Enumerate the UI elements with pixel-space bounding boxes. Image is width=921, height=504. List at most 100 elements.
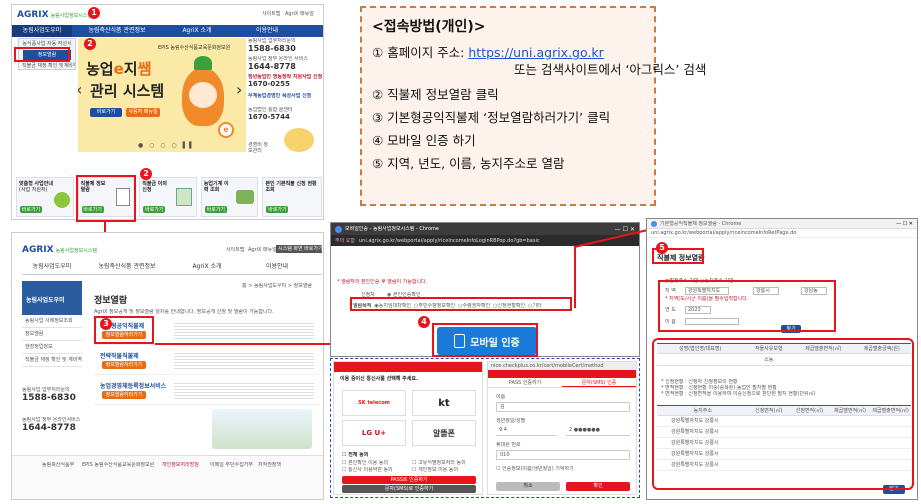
top-link-system[interactable]: 시스템 화면 바로가기 (276, 245, 322, 253)
info-view-go-button[interactable]: 정보열람하러가기 (102, 391, 146, 399)
hero-next-icon[interactable]: › (236, 80, 242, 99)
mascot-leaf-icon (194, 56, 212, 70)
pass-header: PASS (488, 370, 636, 387)
gender-input[interactable]: 2 ●●●●●● (566, 426, 630, 436)
highlight-info-view-menu (14, 47, 70, 62)
footer-org-2: EPIS 농림수산식품교육문화정보원 (82, 462, 155, 468)
side-mascot-icon (284, 128, 314, 152)
nav-item-about[interactable]: AgriX 소개 (162, 25, 232, 37)
popup-titlebar: 모바일인증 - 농림사업정보시스템 - Chrome — ☐ ✕ (331, 223, 639, 235)
hero-manual-button[interactable]: 사용자 매뉴얼 (126, 108, 160, 117)
sidebar-item-payment[interactable]: 직불금 재정 확인 및 계비역 (22, 354, 82, 367)
phone-input[interactable]: 010 (496, 450, 630, 460)
confirm-button[interactable]: 확인 (566, 482, 630, 491)
carrier-kt[interactable]: kt (412, 390, 476, 416)
tab-pass[interactable]: PASS 인증하기 (488, 378, 562, 387)
tile-objection[interactable]: 직불금 이의신청 바로가기 (139, 177, 197, 217)
tile-machinery[interactable]: 농업기계 이력 조회 바로가기 (200, 177, 259, 217)
contact-list: 농림사업 업무처리문의 1588-6830 농림사업 정부 온라인 서비스 16… (248, 38, 322, 154)
info-view-page-screenshot: AGRIX 농림사업정보시스템 사이트맵 AgriX 매뉴얼 시스템 화면 바로… (11, 232, 324, 500)
auth-tabs: PASS 인증하기 문자(SMS) 인증 (488, 378, 636, 388)
nav-item-about[interactable]: AgriX 소개 (172, 263, 242, 274)
hero-word-farm: 농업 (86, 60, 114, 78)
side-icon-label[interactable]: 경영비 정보관리 (248, 142, 272, 154)
footer-link-copyright[interactable]: 저작권정책 (258, 462, 281, 468)
popup-title: 모바일인증 - 농림사업정보시스템 - Chrome (345, 226, 439, 232)
sidebar-item-field[interactable]: 현장정업정보 (22, 341, 82, 354)
tile-go-button[interactable]: 바로가기 (143, 206, 166, 213)
sms-window-url: nice.checkplus.co.kr/cert/mobileCert/met… (488, 362, 636, 370)
step-badge-2a: 2 (84, 38, 96, 50)
hero-dots[interactable]: ● ○ ○ ○ ▌▌ (138, 142, 196, 149)
homepage-link[interactable]: https://uni.agrix.go.kr (468, 45, 603, 60)
sms-auth-button[interactable]: 문자(SMS)로 인증하기 (342, 485, 476, 493)
contact-phone-2: 1644-8778 (248, 62, 296, 71)
tile-go-button[interactable]: 바로가기 (204, 206, 227, 213)
carrier-skt[interactable]: SK telecom (342, 390, 406, 416)
cancel-button[interactable]: 취소 (496, 482, 560, 491)
phone-label: 휴대폰 번호 (496, 442, 521, 448)
agree-label: 개인정보 이용 동의 (418, 467, 459, 473)
tile-custom-program[interactable]: 맞춤형 사업안내 (사업 지원처) 바로가기 (16, 177, 74, 217)
info-view-go-button[interactable]: 정보열람하러가기 (102, 361, 146, 369)
hero-go-button[interactable]: 바로가기 (90, 108, 122, 117)
nav-item-guide[interactable]: 이용안내 (242, 263, 312, 274)
arrow-auth-to-result (574, 246, 576, 308)
agrix-logo[interactable]: AGRIX 농림사업정보시스템 (17, 9, 92, 21)
nav-item-helper[interactable]: 농림사업도우미 (22, 263, 82, 274)
guide-step-4: ④ 모바일 인증 하기 (372, 133, 476, 148)
guide-step-5: ⑤ 지역, 년도, 이름, 농지주소로 열람 (372, 156, 565, 171)
remember-checkbox[interactable]: ☐ 인증정보(이름/생년월일) 기억하기 (496, 466, 574, 472)
tab-sms[interactable]: 문자(SMS) 인증 (562, 378, 636, 387)
hero-title-line2: 관리 시스템 (90, 82, 165, 100)
info-item-title: 전략작물직불제 (100, 353, 139, 360)
content-title: 정보열람 (94, 296, 128, 306)
top-link-sitemap[interactable]: 사이트맵 (226, 247, 244, 253)
nav-item-helper[interactable]: 농림사업도우미 (12, 25, 72, 37)
logo-sub: 농림사업정보시스템 (50, 12, 92, 19)
top-link-manual[interactable]: AgriX 매뉴얼 (248, 247, 277, 253)
popup-url[interactable]: uni.agrix.go.kr/webportal/apply/ricelnco… (359, 238, 540, 244)
tile-go-button[interactable]: 바로가기 (266, 206, 289, 213)
result-url[interactable]: uni.agrix.go.kr/webportal/apply/ricelnco… (647, 229, 917, 238)
tile-application-status[interactable]: 본인 기본직불 신청 현황 조회 바로가기 (262, 177, 323, 217)
tree-icon (53, 192, 70, 208)
remember-label: 인증정보(이름/생년월일) 기억하기 (502, 466, 574, 472)
agree-item-3[interactable]: ☐ 통신사 이용약관 동의 (342, 467, 393, 473)
agree-all-checkbox[interactable]: ☐ 전체 동의 (342, 452, 368, 458)
sidebar-item-info-view[interactable]: 정보열람 (22, 328, 82, 341)
nav-item-related[interactable]: 농림축산식품 관련정보 (72, 25, 162, 37)
auth-notice: * 열람자의 본인인증 후 열람이 가능합니다. (337, 279, 428, 285)
carrier-lgu[interactable]: LG U+ (342, 420, 406, 446)
guide-title: <접속방법(개인)> (372, 19, 486, 35)
hero-prev-icon[interactable]: ‹ (78, 80, 82, 99)
footer-org-1: 농림축산식품부 (42, 462, 75, 468)
pass-auth-screens: PASS 이용 중이신 통신사를 선택해 주세요. SK telecom kt … (330, 358, 640, 498)
footer-link-email[interactable]: 이메일 무단수집거부 (210, 462, 253, 468)
info-item-desc (174, 321, 314, 339)
agrix-logo[interactable]: AGRIX 농림사업정보시스템 (22, 245, 97, 255)
nav-item-related[interactable]: 농림축산식품 관련정보 (82, 263, 172, 274)
pass-auth-button[interactable]: PASS로 인증하기 (342, 476, 476, 484)
agree-item-2[interactable]: ☐ 고유식별정보처리 동의 (412, 460, 466, 466)
top-link-manual[interactable]: AgriX 매뉴얼 (285, 11, 314, 17)
name-input[interactable]: 김 (496, 402, 630, 412)
sidebar-item-search[interactable]: 농림사업 사례정보조회 (22, 315, 82, 328)
hero-title-line1: 농업e지쌤 (86, 58, 151, 79)
carrier-mvno[interactable]: 알뜰폰 (412, 420, 476, 446)
agree-item-1[interactable]: ☐ 본인확인 이용 동의 (342, 460, 388, 466)
agree-item-4[interactable]: ☐ 개인정보 이용 동의 (412, 467, 458, 473)
result-titlebar: 기본형공익직불제 정보열람 - Chrome — ☐ ✕ (647, 219, 917, 229)
window-controls-icon[interactable]: — ☐ ✕ (896, 221, 913, 227)
top-link-sitemap[interactable]: 사이트맵 (262, 11, 280, 17)
result-title: 기본형공익직불제 정보열람 - Chrome (660, 220, 742, 227)
breadcrumb: 홈 > 농림사업도우미 > 정보열람 (242, 283, 312, 289)
tile-go-button[interactable]: 바로가기 (20, 206, 42, 213)
security-warning[interactable]: 주의 요함 (335, 238, 355, 244)
birth-input[interactable]: 9 4 (496, 426, 556, 436)
hero-ssam: 쌤 (137, 60, 152, 78)
dropdown-item-payment[interactable]: 직불금 재정 확인 및계비역 관리 (19, 61, 75, 71)
nav-item-guide[interactable]: 이용안내 (232, 25, 302, 37)
footer-link-privacy[interactable]: 개인정보처리방침 (162, 462, 199, 468)
info-item-registration: 농업경영체등록정보서비스 정보열람하러가기 (94, 377, 320, 405)
